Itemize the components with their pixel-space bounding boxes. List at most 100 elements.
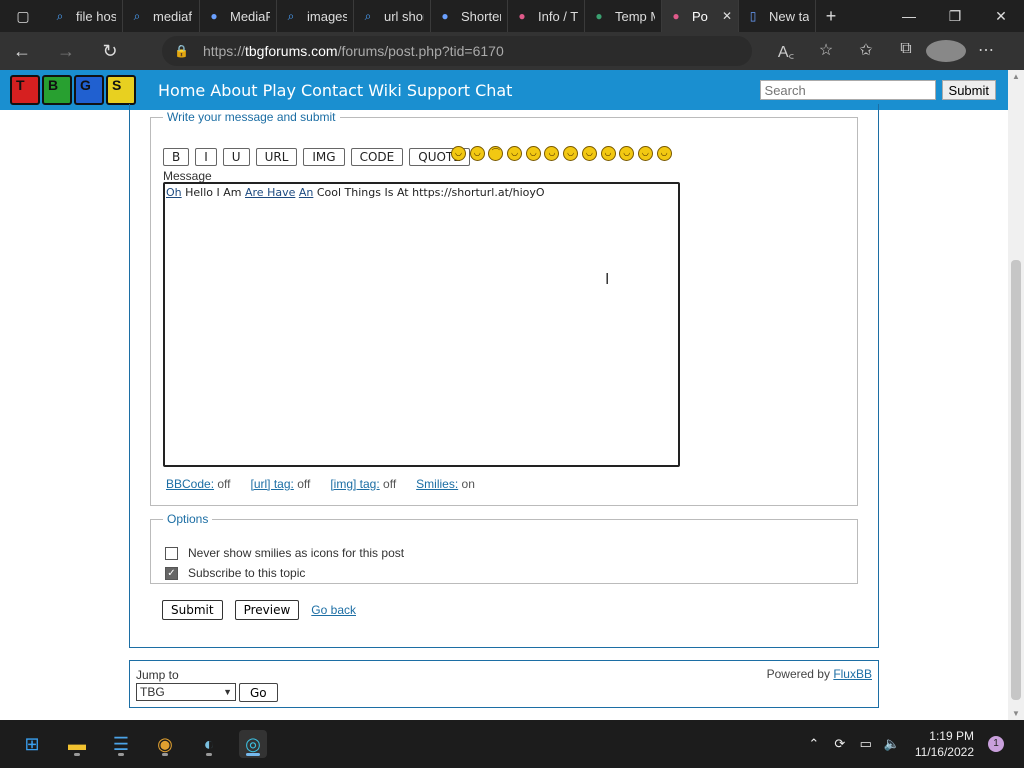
search-input[interactable]: [759, 80, 936, 100]
fluxbb-link[interactable]: FluxBB: [833, 667, 872, 681]
bbinfo-link[interactable]: BBCode:: [166, 477, 214, 491]
search-icon: ⌕: [287, 8, 295, 23]
profile-icon[interactable]: [926, 40, 966, 62]
tab-title: Shorter: [461, 8, 501, 24]
bbcode-code-button[interactable]: CODE: [350, 148, 404, 166]
browser-tab[interactable]: ● Shorter: [431, 0, 508, 32]
notepad-icon[interactable]: ☰: [107, 730, 135, 758]
browser-tab[interactable]: ● Po ✕: [662, 0, 739, 32]
search-submit-button[interactable]: Submit: [941, 80, 996, 100]
favorites-icon[interactable]: ✩: [846, 40, 886, 62]
close-tab-icon[interactable]: ✕: [722, 9, 732, 23]
option-checkbox[interactable]: [165, 546, 178, 560]
smiley-icon[interactable]: ⌒: [488, 146, 504, 161]
nav-link-contact[interactable]: Contact: [301, 81, 363, 100]
new-tab-button[interactable]: +: [816, 6, 846, 27]
bbinfo-link[interactable]: [url] tag:: [251, 477, 294, 491]
nav-link-home[interactable]: Home: [158, 81, 205, 100]
submit-button[interactable]: Submit: [162, 600, 223, 620]
restore-icon[interactable]: ❐: [932, 8, 978, 25]
tab-title: New ta: [769, 8, 809, 24]
notification-badge[interactable]: 1: [988, 736, 1004, 752]
smiley-icon[interactable]: ◡: [600, 146, 616, 161]
bbcode-url-button[interactable]: URL: [255, 148, 298, 166]
jump-to-select[interactable]: TBG ▼: [136, 683, 236, 701]
clock-date: 11/16/2022: [914, 745, 974, 759]
network-icon[interactable]: ▭: [853, 736, 879, 752]
browser-tab[interactable]: ⌕ mediaf: [123, 0, 200, 32]
browser-tab[interactable]: ● MediaF: [200, 0, 277, 32]
file-explorer-icon[interactable]: ▬: [63, 730, 91, 758]
bbcode-i-button[interactable]: I: [195, 148, 217, 166]
tbgs-logo[interactable]: TBGS: [10, 75, 138, 105]
browser-tab[interactable]: ⌕ url shor: [354, 0, 431, 32]
option-label[interactable]: Never show smilies as icons for this pos…: [188, 546, 404, 560]
edge-icon[interactable]: ◎: [239, 730, 267, 758]
tab-title: file hos: [76, 8, 116, 24]
bbcode-img-button[interactable]: IMG: [303, 148, 345, 166]
minimize-icon[interactable]: —: [886, 8, 932, 25]
close-window-icon[interactable]: ✕: [978, 8, 1024, 25]
clock-time: 1:19 PM: [929, 729, 974, 743]
lock-icon: 🔒: [174, 44, 189, 58]
logo-letter: T: [10, 75, 40, 105]
clock[interactable]: 1:19 PM 11/16/2022: [915, 728, 974, 760]
smiley-icon[interactable]: ◡: [507, 146, 523, 161]
shorter-icon: ●: [441, 9, 449, 23]
smiley-icon[interactable]: ◡: [656, 146, 672, 161]
nav-link-wiki[interactable]: Wiki: [368, 81, 402, 100]
smiley-icon[interactable]: ◡: [563, 146, 579, 161]
read-aloud-icon[interactable]: A꜀: [766, 40, 806, 62]
nav-link-about[interactable]: About: [210, 81, 257, 100]
browser-tab[interactable]: ▯ New ta: [739, 0, 816, 32]
app-icon[interactable]: ◉: [151, 730, 179, 758]
jump-go-button[interactable]: Go: [239, 683, 278, 702]
bbinfo-link[interactable]: [img] tag:: [330, 477, 379, 491]
bbcode-b-button[interactable]: B: [163, 148, 190, 166]
bbinfo-item: Smilies: on: [416, 477, 475, 491]
jump-to-label: Jump to: [136, 668, 179, 682]
nav-link-play[interactable]: Play: [263, 81, 296, 100]
nav-link-support[interactable]: Support: [407, 81, 470, 100]
page-scrollbar[interactable]: ▲ ▼: [1008, 70, 1024, 720]
smiley-icon[interactable]: ◡: [581, 146, 597, 161]
scroll-up-icon[interactable]: ▲: [1012, 72, 1020, 81]
option-label[interactable]: Subscribe to this topic: [188, 566, 305, 580]
sync-icon[interactable]: ⟳: [827, 736, 853, 752]
go-back-link[interactable]: Go back: [311, 603, 356, 617]
smiley-icon[interactable]: ◡: [544, 146, 560, 161]
smiley-icon[interactable]: ◡: [619, 146, 635, 161]
bbcode-u-button[interactable]: U: [222, 148, 250, 166]
back-icon[interactable]: ←: [0, 41, 44, 62]
more-menu-icon[interactable]: ⋯: [966, 40, 1006, 62]
smiley-icon[interactable]: ◡: [637, 146, 653, 161]
option-checkbox[interactable]: ✓: [165, 566, 178, 580]
tab-actions-icon[interactable]: ▢: [0, 0, 46, 32]
address-bar[interactable]: 🔒 https://tbgforums.com/forums/post.php?…: [162, 36, 752, 66]
nav-link-chat[interactable]: Chat: [475, 81, 512, 100]
start-icon[interactable]: ⊞: [18, 730, 46, 758]
message-textarea[interactable]: Oh Hello I Am Are Have An Cool Things Is…: [163, 182, 680, 467]
forward-icon[interactable]: →: [44, 41, 88, 62]
smiley-icon[interactable]: ◡: [525, 146, 541, 161]
bbinfo-link[interactable]: Smilies:: [416, 477, 458, 491]
collections-icon[interactable]: ⧉: [886, 40, 926, 62]
add-favorite-icon[interactable]: ☆: [806, 40, 846, 62]
post-form-block: Write your message and submit B I U URL IMG C…: [129, 104, 879, 648]
paint-icon[interactable]: ◐: [195, 730, 223, 758]
smiley-icon[interactable]: ◡: [469, 146, 485, 161]
browser-tab[interactable]: ● Temp M: [585, 0, 662, 32]
chevron-up-icon[interactable]: ⌃: [801, 736, 827, 752]
browser-tab[interactable]: ⌕ file hos: [46, 0, 123, 32]
scrollbar-thumb[interactable]: [1011, 260, 1021, 700]
refresh-icon[interactable]: ↻: [88, 41, 132, 62]
browser-tab[interactable]: ⌕ images: [277, 0, 354, 32]
tab-list: ⌕ file hos ⌕ mediaf ● MediaF ⌕ images ⌕ url shor ●…: [46, 0, 816, 32]
volume-icon[interactable]: 🔈: [879, 736, 905, 752]
preview-button[interactable]: Preview: [234, 600, 300, 620]
chevron-down-icon: ▼: [223, 687, 232, 697]
scroll-down-icon[interactable]: ▼: [1012, 709, 1020, 718]
smiley-icon[interactable]: ◡: [451, 146, 466, 161]
browser-tab[interactable]: ● Info / T: [508, 0, 585, 32]
url-host: tbgforums.com: [244, 43, 338, 59]
